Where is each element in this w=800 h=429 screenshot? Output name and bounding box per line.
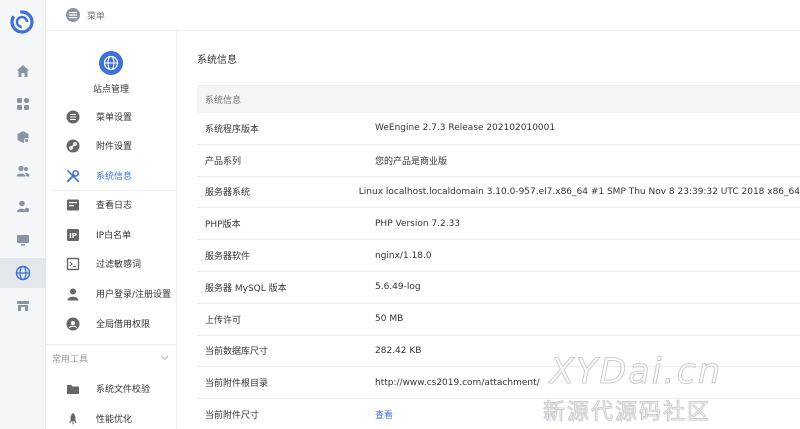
folder-icon — [66, 382, 80, 396]
sidebar-item-label: 查看日志 — [96, 201, 133, 211]
users-icon[interactable] — [13, 161, 33, 181]
chevron-down-icon — [160, 355, 169, 361]
row-value: 您的产品是商业版 — [375, 156, 448, 167]
site-title: 站点管理 — [92, 85, 129, 95]
row-key: 产品系列 — [205, 156, 242, 167]
table-row: PHP版本 PHP Version 7.2.33 — [197, 208, 800, 241]
row-value: nginx/1.18.0 — [375, 250, 432, 261]
tools-group-header[interactable]: 常用工具 — [46, 344, 176, 372]
sidebar-item-view-log[interactable]: 查看日志 — [46, 190, 176, 219]
table-row: 产品系列 您的产品是商业版 — [197, 145, 800, 177]
page-title: 系统信息 — [197, 55, 237, 66]
top-bar: 菜单 — [46, 0, 800, 31]
sidebar-item-label: 全局借用权限 — [96, 320, 151, 330]
sidebar-item-filter-words[interactable]: 过滤敏感词 — [46, 249, 176, 278]
table-row: 服务器 MySQL 版本 5.6.49-log — [197, 272, 800, 304]
row-value: Linux localhost.localdomain 3.10.0-957.e… — [358, 186, 800, 197]
table-row: 当前附件根目录 http://www.cs2019.com/attachment/ — [197, 367, 800, 400]
table-header: 系统信息 — [197, 86, 800, 113]
table-row: 系统程序版本 WeEngine 2.7.3 Release 20210201000… — [197, 113, 800, 145]
table-row: 上传许可 50 MB — [197, 304, 800, 336]
apps-icon[interactable] — [13, 94, 33, 114]
system-info-table: 系统信息 系统程序版本 WeEngine 2.7.3 Release 202102… — [197, 85, 800, 429]
sidebar-item-menu-settings[interactable]: 菜单设置 — [46, 102, 176, 131]
user-settings-icon[interactable] — [13, 196, 33, 216]
sidebar-item-label: 过滤敏感词 — [96, 260, 142, 270]
row-value: PHP Version 7.2.33 — [375, 218, 461, 229]
permission-icon — [66, 317, 80, 331]
ip-icon: IP — [66, 228, 80, 242]
menu-list-icon[interactable] — [66, 8, 80, 22]
site-header: 站点管理 — [46, 31, 176, 113]
monitor-icon[interactable] — [13, 230, 33, 250]
sidebar-item-label: 用户登录/注册设置 — [96, 290, 172, 300]
row-value: http://www.cs2019.com/attachment/ — [375, 377, 540, 388]
filter-icon — [66, 257, 80, 271]
globe-nav-icon[interactable] — [0, 258, 46, 288]
group-label: 常用工具 — [52, 355, 89, 365]
app-logo-icon[interactable] — [8, 8, 36, 36]
icon-rail — [0, 0, 46, 429]
log-icon — [66, 198, 80, 212]
sidebar-item-attachment-settings[interactable]: 附件设置 — [46, 131, 176, 160]
row-key: 服务器软件 — [205, 252, 251, 263]
row-key: 服务器 MySQL 版本 — [205, 283, 287, 294]
row-key: 系统程序版本 — [205, 124, 260, 135]
wrench-icon — [66, 169, 80, 183]
row-key: 服务器系统 — [205, 188, 251, 199]
svg-text:IP: IP — [69, 232, 77, 240]
sidebar-item-performance[interactable]: 性能优化 — [46, 404, 176, 429]
sidebar-item-global-permission[interactable]: 全局借用权限 — [46, 309, 176, 338]
row-value: WeEngine 2.7.3 Release 202102010001 — [375, 123, 556, 134]
sidebar-item-label: 系统文件校验 — [96, 385, 151, 395]
sidebar-item-ip-whitelist[interactable]: IP IP白名单 — [46, 220, 176, 249]
sidebar-item-label: 性能优化 — [96, 415, 133, 425]
table-row: 服务器软件 nginx/1.18.0 — [197, 240, 800, 272]
sidebar-item-label: 菜单设置 — [96, 113, 133, 123]
row-key: PHP版本 — [205, 220, 241, 231]
globe-icon — [99, 51, 123, 75]
list-icon — [66, 110, 80, 124]
site-sidebar: 站点管理 菜单设置 附件设置 系统信息 查看日志 IP IP白名单 过滤敏感词 … — [46, 31, 177, 429]
rocket-icon — [66, 412, 80, 426]
home-icon[interactable] — [13, 61, 33, 81]
row-key: 当前数据库尺寸 — [205, 347, 269, 358]
sidebar-item-label: 附件设置 — [96, 142, 133, 152]
view-attachment-size-link[interactable]: 查看 — [375, 408, 393, 421]
table-row: 当前数据库尺寸 282.42 KB — [197, 336, 800, 368]
row-value: 282.42 KB — [375, 345, 422, 356]
sidebar-item-login-settings[interactable]: 用户登录/注册设置 — [46, 279, 176, 308]
link-icon — [66, 139, 80, 153]
sidebar-item-system-info[interactable]: 系统信息 — [46, 161, 176, 190]
sidebar-item-file-check[interactable]: 系统文件校验 — [46, 374, 176, 403]
modules-icon[interactable] — [13, 127, 33, 147]
store-icon[interactable] — [13, 296, 33, 316]
row-value: 5.6.49-log — [375, 282, 421, 293]
menu-label[interactable]: 菜单 — [87, 9, 105, 22]
main-content: 系统信息 系统信息 系统程序版本 WeEngine 2.7.3 Release 2… — [177, 31, 800, 429]
user-icon — [66, 287, 80, 301]
table-row: 当前附件尺寸 查看 — [197, 399, 800, 429]
sidebar-item-label: 系统信息 — [96, 172, 133, 182]
row-key: 当前附件尺寸 — [205, 411, 260, 422]
sidebar-item-label: IP白名单 — [96, 231, 132, 241]
row-key: 上传许可 — [205, 315, 242, 326]
row-key: 当前附件根目录 — [205, 379, 269, 390]
table-row: 服务器系统 Linux localhost.localdomain 3.10.0-… — [197, 177, 800, 209]
row-value: 50 MB — [375, 314, 404, 325]
